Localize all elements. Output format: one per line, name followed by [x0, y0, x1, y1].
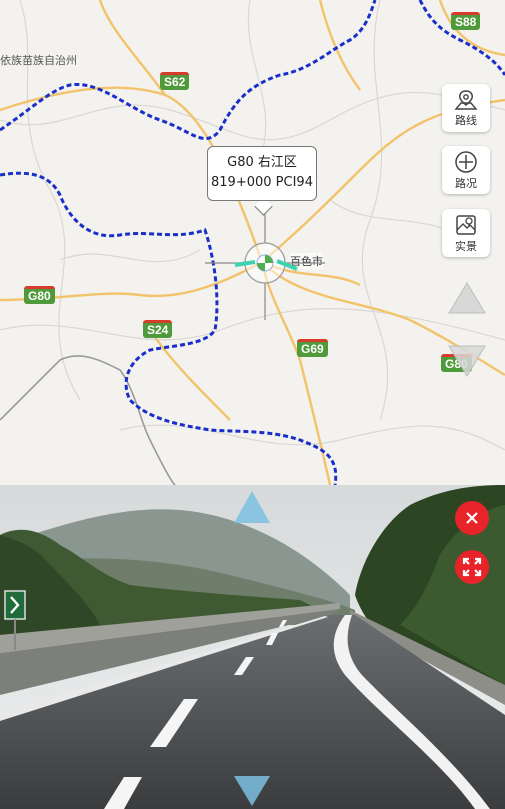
route-icon	[454, 89, 478, 110]
route-label: 路线	[455, 113, 477, 127]
close-icon	[466, 512, 478, 524]
camera-down-arrow[interactable]	[232, 774, 272, 808]
road-shield-g69: G69	[297, 339, 328, 357]
live-view-label: 实景	[455, 239, 477, 253]
road-shield-s88: S88	[451, 12, 481, 30]
map-down-arrow[interactable]	[446, 343, 488, 379]
callout-road: G80 右江区	[227, 155, 297, 170]
location-marker	[205, 203, 325, 320]
live-view-icon	[456, 214, 476, 235]
route-button[interactable]: 路线	[442, 84, 490, 132]
location-callout[interactable]: G80 右江区 819+000 PCI94	[207, 146, 317, 201]
map-view[interactable]: 依族苗族自治州 S88 S62 G80 S24 G69 G80 百色市 G80 …	[0, 0, 505, 485]
road-shield-g80-west: G80	[24, 286, 55, 304]
fullscreen-button[interactable]	[455, 550, 489, 584]
close-button[interactable]	[455, 501, 489, 535]
camera-up-arrow[interactable]	[232, 489, 272, 525]
road-shield-s24: S24	[143, 320, 173, 338]
road-photo	[0, 485, 505, 809]
region-label: 依族苗族自治州	[0, 54, 77, 67]
traffic-button[interactable]: 路况	[442, 146, 490, 194]
traffic-icon	[455, 150, 477, 173]
live-view-button[interactable]: 实景	[442, 209, 490, 257]
road-shield-s62: S62	[160, 72, 190, 90]
traffic-label: 路况	[455, 176, 477, 190]
fullscreen-icon	[462, 557, 482, 577]
map-up-arrow[interactable]	[446, 280, 488, 316]
live-camera-view[interactable]	[0, 485, 505, 809]
callout-stake: 819+000 PCI94	[211, 175, 313, 190]
